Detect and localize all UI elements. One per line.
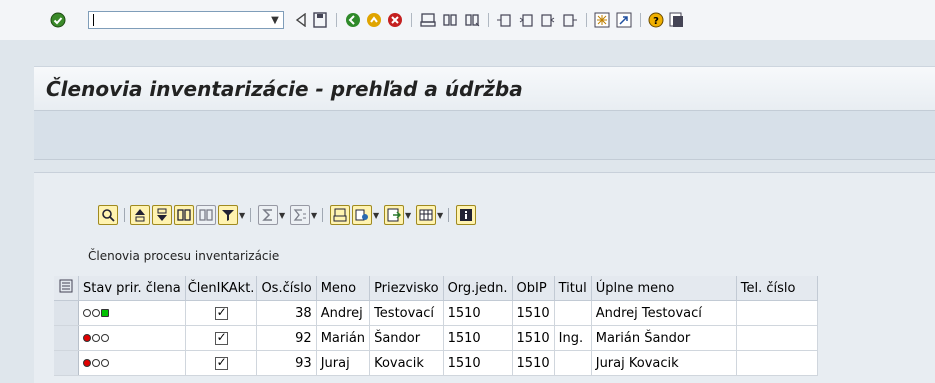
traffic-light-icon <box>83 309 109 317</box>
cell-titul <box>554 300 592 326</box>
cell-os-cislo: 93 <box>256 350 317 376</box>
chevron-down-icon[interactable]: ▼ <box>311 211 317 220</box>
find-next-icon[interactable] <box>464 12 480 28</box>
cell-os-cislo: 38 <box>256 300 317 326</box>
data-grid: Stav prir. člena ČlenIKAkt. Os.číslo Men… <box>54 276 818 376</box>
sum-icon[interactable] <box>258 205 278 225</box>
active-checkbox[interactable] <box>185 300 258 326</box>
sort-descending-icon[interactable] <box>152 205 172 225</box>
find-icon[interactable] <box>442 12 458 28</box>
first-page-icon[interactable] <box>496 12 512 28</box>
application-toolbar <box>34 110 935 160</box>
cell-tel <box>736 350 818 376</box>
grid-title: Členovia procesu inventarizácie <box>88 249 280 263</box>
row-selector[interactable] <box>54 350 79 376</box>
command-field[interactable] <box>88 11 284 29</box>
help-icon[interactable]: ? <box>648 12 664 28</box>
active-checkbox[interactable] <box>185 325 258 351</box>
find-next-icon[interactable] <box>196 205 216 225</box>
col-tel-cislo[interactable]: Tel. číslo <box>736 276 818 301</box>
cell-uplne-meno: Juraj Kovacik <box>591 350 737 376</box>
svg-text:?: ? <box>653 16 659 27</box>
back-green-icon[interactable] <box>345 12 361 28</box>
col-clen-ik-akt[interactable]: ČlenIKAkt. <box>185 276 258 301</box>
header-row: Stav prir. člena ČlenIKAkt. Os.číslo Men… <box>54 276 818 301</box>
exit-icon[interactable] <box>366 12 382 28</box>
col-os-cislo[interactable]: Os.číslo <box>256 276 317 301</box>
table-row[interactable]: 38 Andrej Testovací 1510 1510 Andrej Tes… <box>54 300 818 326</box>
sort-ascending-icon[interactable] <box>130 205 150 225</box>
status-lights <box>78 300 186 326</box>
col-stav[interactable]: Stav prir. člena <box>78 276 186 301</box>
chevron-down-icon[interactable]: ▼ <box>266 11 284 29</box>
cell-uplne-meno: Marián Šandor <box>591 325 737 351</box>
cell-org: 1510 <box>443 325 513 351</box>
cell-priezvisko: Šandor <box>369 325 444 351</box>
table-row[interactable]: 92 Marián Šandor 1510 1510 Ing. Marián Š… <box>54 325 818 351</box>
cell-org: 1510 <box>443 350 513 376</box>
save-icon[interactable] <box>312 12 328 28</box>
cell-uplne-meno: Andrej Testovací <box>591 300 737 326</box>
views-icon[interactable] <box>352 205 372 225</box>
details-icon[interactable] <box>98 205 118 225</box>
filter-icon[interactable] <box>218 205 238 225</box>
row-selector[interactable] <box>54 325 79 351</box>
status-lights <box>78 350 186 376</box>
cell-obip: 1510 <box>512 350 555 376</box>
select-all-icon[interactable] <box>54 276 79 301</box>
cell-obip: 1510 <box>512 325 555 351</box>
cell-titul <box>554 350 592 376</box>
enter-icon[interactable] <box>50 12 66 28</box>
next-page-icon[interactable] <box>540 12 556 28</box>
traffic-light-icon <box>83 334 109 342</box>
info-icon[interactable] <box>456 205 476 225</box>
col-titul[interactable]: Titul <box>554 276 592 301</box>
previous-page-icon[interactable] <box>518 12 534 28</box>
cell-tel <box>736 325 818 351</box>
chevron-down-icon[interactable]: ▼ <box>373 211 379 220</box>
cell-os-cislo: 92 <box>256 325 317 351</box>
traffic-light-icon <box>83 359 109 367</box>
active-checkbox[interactable] <box>185 350 258 376</box>
export-icon[interactable] <box>384 205 404 225</box>
cell-tel <box>736 300 818 326</box>
table-row[interactable]: 93 Juraj Kovacik 1510 1510 Juraj Kovacik <box>54 350 818 376</box>
row-selector[interactable] <box>54 300 79 326</box>
print-preview-icon[interactable] <box>330 205 350 225</box>
cell-obip: 1510 <box>512 300 555 326</box>
chevron-down-icon[interactable]: ▼ <box>437 211 443 220</box>
col-uplne-meno[interactable]: Úplne meno <box>591 276 737 301</box>
content-area: ▼ ▼ ▼ ▼ ▼ ▼ Členovia procesu inventarizá <box>34 172 935 383</box>
chevron-down-icon[interactable]: ▼ <box>239 211 245 220</box>
cell-meno: Marián <box>316 325 371 351</box>
back-icon[interactable] <box>293 12 309 28</box>
cell-priezvisko: Testovací <box>369 300 444 326</box>
page-title: Členovia inventarizácie - prehľad a údrž… <box>46 77 523 101</box>
cell-priezvisko: Kovacik <box>369 350 444 376</box>
subtotal-icon[interactable] <box>290 205 310 225</box>
find-icon[interactable] <box>174 205 194 225</box>
col-priezvisko[interactable]: Priezvisko <box>369 276 444 301</box>
col-meno[interactable]: Meno <box>316 276 371 301</box>
col-obip[interactable]: ObIP <box>512 276 555 301</box>
print-icon[interactable] <box>420 12 436 28</box>
status-lights <box>78 325 186 351</box>
cell-meno: Andrej <box>316 300 371 326</box>
cell-titul: Ing. <box>554 325 592 351</box>
col-org-jedn[interactable]: Org.jedn. <box>443 276 513 301</box>
create-session-icon[interactable] <box>594 12 610 28</box>
cell-meno: Juraj <box>316 350 371 376</box>
system-toolbar: ▼ ? <box>0 0 935 40</box>
shortcut-icon[interactable] <box>616 12 632 28</box>
cell-org: 1510 <box>443 300 513 326</box>
chevron-down-icon[interactable]: ▼ <box>279 211 285 220</box>
chevron-down-icon[interactable]: ▼ <box>405 211 411 220</box>
title-bar: Členovia inventarizácie - prehľad a údrž… <box>34 66 935 111</box>
layout-icon[interactable] <box>416 205 436 225</box>
cancel-icon[interactable] <box>387 12 403 28</box>
last-page-icon[interactable] <box>562 12 578 28</box>
layout-icon[interactable] <box>668 12 684 28</box>
